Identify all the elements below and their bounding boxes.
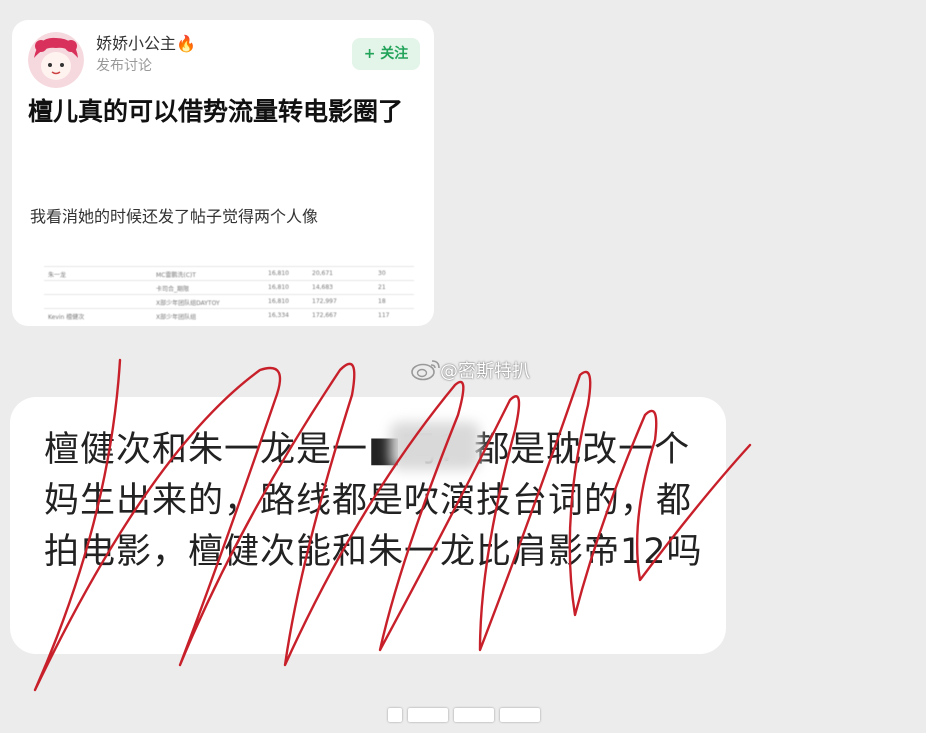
red-scribble xyxy=(33,358,752,692)
